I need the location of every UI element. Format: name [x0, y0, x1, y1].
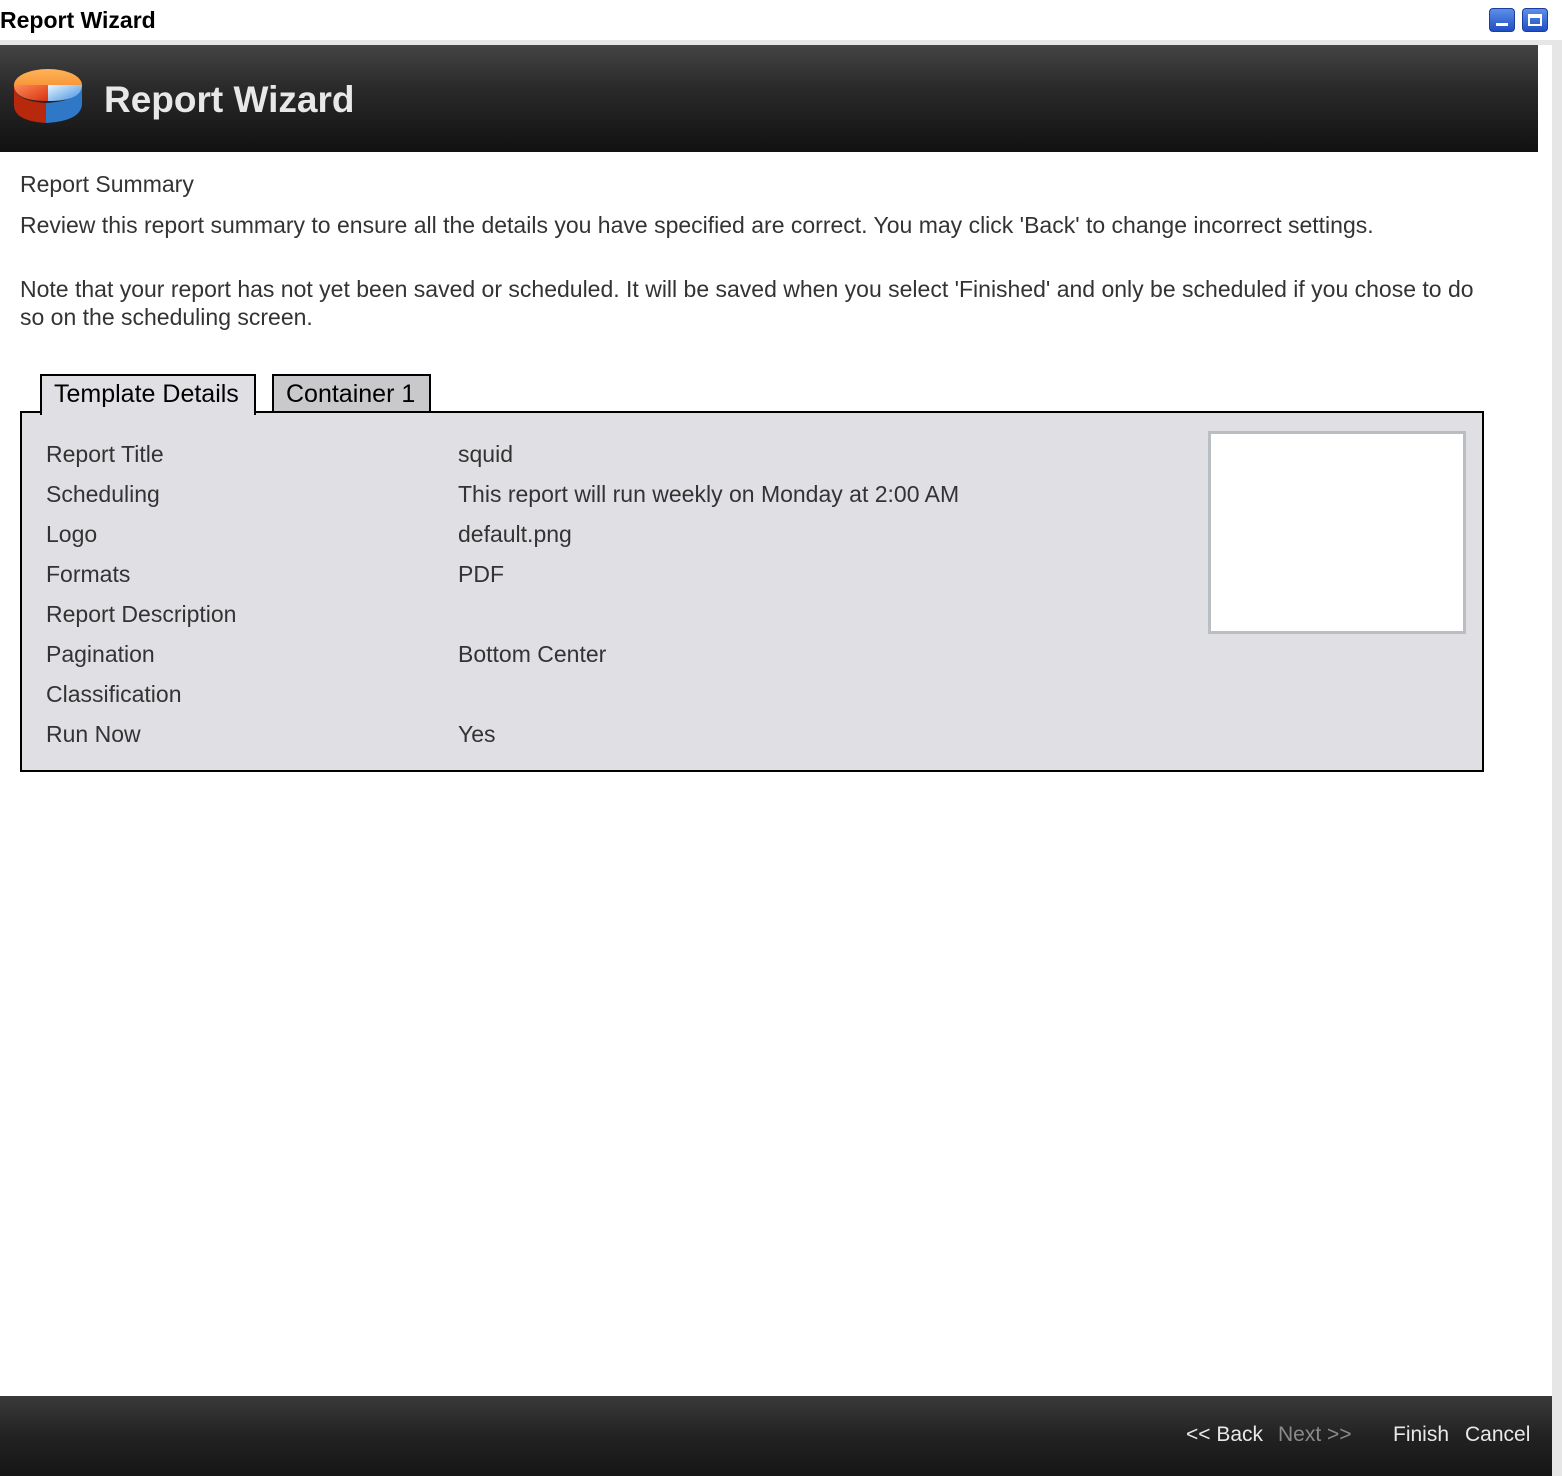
- pie-chart-icon: [14, 69, 82, 123]
- detail-value: squid: [458, 441, 513, 467]
- window-border: [1552, 40, 1562, 1476]
- detail-label: Scheduling: [46, 481, 160, 507]
- minimize-icon[interactable]: [1489, 8, 1515, 32]
- detail-label: Logo: [46, 521, 98, 547]
- window-title: Report Wizard: [0, 7, 156, 33]
- detail-value: This report will run weekly on Monday at…: [458, 481, 960, 507]
- logo-preview: [1208, 431, 1466, 634]
- note-text: Note that your report has not yet been s…: [20, 276, 1474, 330]
- finish-button[interactable]: Finish: [1393, 1423, 1449, 1447]
- tab-template-details[interactable]: Template Details: [40, 374, 256, 415]
- detail-value: default.png: [458, 521, 572, 547]
- detail-value: PDF: [458, 561, 504, 587]
- back-button[interactable]: << Back: [1186, 1423, 1263, 1447]
- detail-value: Bottom Center: [458, 641, 607, 667]
- details-panel: Report Title squid Scheduling This repor…: [20, 411, 1484, 772]
- next-button[interactable]: Next >>: [1278, 1423, 1352, 1447]
- detail-value: Yes: [458, 721, 496, 747]
- section-title: Report Summary: [20, 171, 194, 197]
- detail-label: Pagination: [46, 641, 155, 667]
- tab-container-1[interactable]: Container 1: [272, 374, 431, 412]
- intro-text: Review this report summary to ensure all…: [20, 212, 1374, 238]
- detail-label: Report Title: [46, 441, 164, 467]
- wizard-title: Report Wizard: [104, 79, 355, 120]
- detail-label: Formats: [46, 561, 131, 587]
- detail-label: Report Description: [46, 601, 237, 627]
- wizard-header: Report Wizard: [0, 45, 1538, 152]
- wizard-footer: << Back Next >> Finish Cancel: [0, 1396, 1552, 1476]
- cancel-button[interactable]: Cancel: [1465, 1423, 1530, 1447]
- maximize-icon[interactable]: [1522, 8, 1548, 32]
- detail-label: Classification: [46, 681, 182, 707]
- detail-label: Run Now: [46, 721, 141, 747]
- window-titlebar: Report Wizard: [0, 0, 1552, 40]
